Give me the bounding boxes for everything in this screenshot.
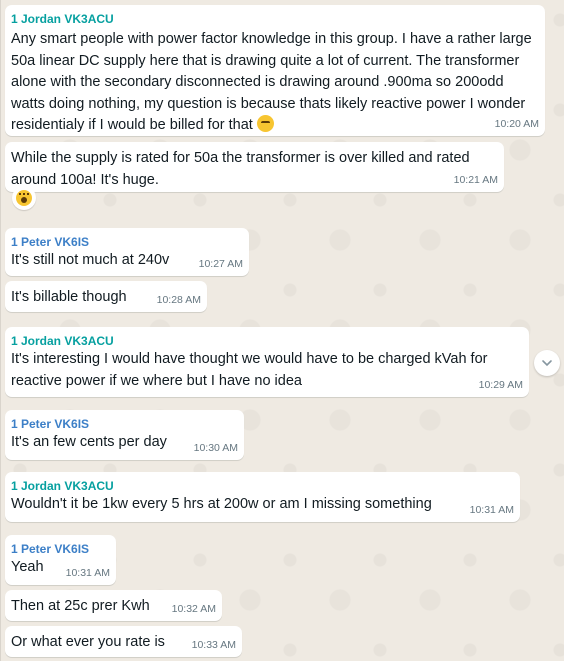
message-text: It's interesting I would have thought we… bbox=[11, 351, 488, 389]
message-bubble[interactable]: While the supply is rated for 50a the tr… bbox=[5, 142, 504, 192]
message-time: 10:20 AM bbox=[494, 118, 539, 130]
message-bubble[interactable]: 1 Jordan VK3ACU It's interesting I would… bbox=[5, 327, 529, 397]
sender-name[interactable]: 1 Peter VK6IS bbox=[11, 234, 242, 250]
sender-name[interactable]: 1 Jordan VK3ACU bbox=[11, 333, 522, 349]
sender-name[interactable]: 1 Jordan VK3ACU bbox=[11, 478, 513, 494]
message-bubble[interactable]: Or what ever you rate is 10:33 AM bbox=[5, 626, 242, 657]
chevron-down-icon bbox=[542, 360, 552, 367]
message-time: 10:33 AM bbox=[191, 639, 236, 651]
message-time: 10:28 AM bbox=[156, 294, 201, 306]
message-bubble[interactable]: 1 Peter VK6IS It's an few cents per day … bbox=[5, 410, 244, 460]
message-bubble[interactable]: 1 Peter VK6IS Yeah 10:31 AM bbox=[5, 535, 116, 585]
message-text: While the supply is rated for 50a the tr… bbox=[11, 150, 470, 188]
message-text: Wouldn't it be 1kw every 5 hrs at 200w o… bbox=[11, 496, 432, 512]
message-time: 10:31 AM bbox=[469, 504, 514, 516]
sender-name[interactable]: 1 Peter VK6IS bbox=[11, 416, 237, 432]
message-bubble[interactable]: 1 Peter VK6IS It's still not much at 240… bbox=[5, 228, 249, 276]
astonished-face-icon bbox=[16, 190, 32, 206]
message-time: 10:30 AM bbox=[193, 442, 238, 454]
message-bubble[interactable]: 1 Jordan VK3ACU Wouldn't it be 1kw every… bbox=[5, 472, 520, 522]
message-text: Any smart people with power factor knowl… bbox=[11, 27, 538, 137]
sender-name[interactable]: 1 Jordan VK3ACU bbox=[11, 11, 538, 27]
pane-divider bbox=[0, 0, 1, 661]
reaction-badge[interactable] bbox=[12, 186, 36, 210]
message-bubble[interactable]: It's billable though 10:28 AM bbox=[5, 281, 207, 312]
message-time: 10:27 AM bbox=[198, 258, 243, 270]
scroll-down-button[interactable] bbox=[534, 350, 560, 376]
message-bubble[interactable]: Then at 25c prer Kwh 10:32 AM bbox=[5, 590, 222, 621]
thinking-face-icon bbox=[256, 115, 274, 132]
message-time: 10:29 AM bbox=[478, 379, 523, 391]
message-time: 10:31 AM bbox=[65, 567, 110, 579]
sender-name[interactable]: 1 Peter VK6IS bbox=[11, 541, 109, 557]
message-bubble[interactable]: 1 Jordan VK3ACU Any smart people with po… bbox=[5, 5, 545, 136]
message-time: 10:32 AM bbox=[171, 603, 216, 615]
message-time: 10:21 AM bbox=[453, 174, 498, 186]
